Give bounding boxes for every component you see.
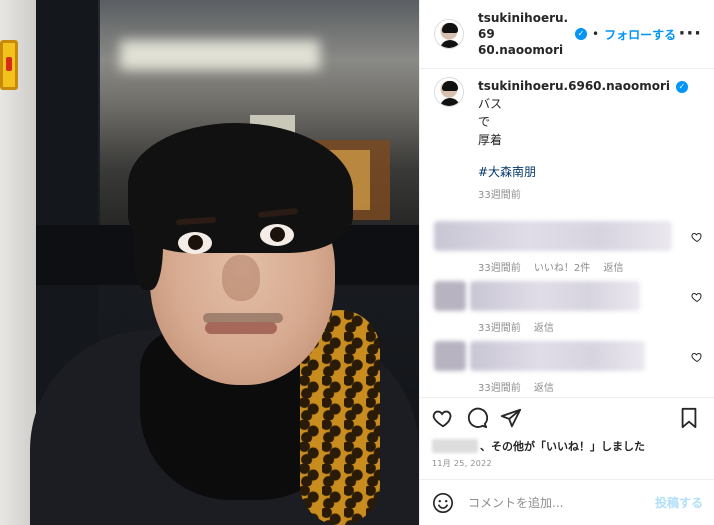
caption-body: tsukinihoeru.6960.naoomori ✓ バス で 厚着 #大森… (478, 77, 701, 205)
mouth (205, 322, 277, 334)
save-icon[interactable] (679, 407, 699, 429)
comment-item: 33週間前 返信 (420, 281, 714, 341)
post-date: 11月 25, 2022 (432, 459, 492, 468)
username-line1: tsukinihoeru.69 (478, 11, 569, 41)
verified-badge-icon: ✓ (675, 80, 688, 93)
separator-dot: • (592, 27, 600, 41)
follow-button[interactable]: フォローする (604, 26, 676, 43)
post-comment-button[interactable]: 投稿する (655, 494, 703, 511)
hashtag-link[interactable]: #大森南朋 (478, 163, 701, 181)
comment-blurred-content (470, 341, 645, 371)
comment-blurred-content (470, 281, 640, 311)
caption-timestamp: 33週間前 (478, 190, 521, 201)
verified-badge-icon: ✓ (575, 28, 587, 40)
comment-time: 33週間前 (478, 263, 521, 274)
post-photo[interactable] (0, 0, 419, 525)
comment-meta: 33週間前 いいね！2件 返信 (478, 259, 633, 274)
comment-blurred-avatar (434, 281, 466, 311)
comment-icon[interactable] (466, 407, 488, 429)
likes-text: 、その他が「いいね！」しました (480, 440, 645, 453)
add-comment-bar: 投稿する (420, 479, 714, 525)
comment-blurred-avatar (434, 341, 466, 371)
reply-button[interactable]: 返信 (603, 263, 623, 274)
comment-time: 33週間前 (478, 383, 521, 394)
comment-meta: 33週間前 返信 (478, 319, 564, 334)
street-light (120, 40, 320, 70)
post-side-panel: tsukinihoeru.69 60.naoomori ✓ • フォローする ·… (419, 0, 714, 525)
hair-side (133, 180, 163, 290)
more-icon[interactable]: ··· (678, 25, 702, 43)
share-icon[interactable] (500, 407, 522, 429)
caption-avatar[interactable] (434, 77, 464, 107)
comment-likes[interactable]: いいね！2件 (534, 263, 590, 274)
left-eye (178, 232, 212, 254)
likes-summary[interactable]: 、その他が「いいね！」しました (432, 438, 703, 454)
liker-blurred-name (432, 439, 478, 453)
nose (222, 255, 260, 301)
post-header: tsukinihoeru.69 60.naoomori ✓ • フォローする ·… (420, 0, 714, 69)
action-icons (432, 406, 703, 430)
author-avatar[interactable] (434, 19, 464, 49)
post-actions: 、その他が「いいね！」しました 11月 25, 2022 (420, 397, 714, 469)
comment-heart-icon[interactable] (691, 351, 703, 363)
caption: tsukinihoeru.6960.naoomori ✓ バス で 厚着 #大森… (420, 70, 714, 205)
caption-username[interactable]: tsukinihoeru.6960.naoomori (478, 79, 670, 93)
reply-button[interactable]: 返信 (534, 323, 554, 334)
reply-button[interactable]: 返信 (534, 383, 554, 394)
comment-time: 33週間前 (478, 323, 521, 334)
author-username[interactable]: tsukinihoeru.69 60.naoomori (478, 10, 573, 58)
comment-item: 33週間前 返信 (420, 341, 714, 395)
caption-text-line2: で (478, 115, 491, 129)
comment-heart-icon[interactable] (691, 291, 703, 303)
comments-list[interactable]: tsukinihoeru.6960.naoomori ✓ バス で 厚着 #大森… (420, 70, 714, 395)
heart-icon[interactable] (432, 407, 454, 429)
comment-input[interactable] (468, 495, 655, 510)
right-eye (260, 224, 294, 246)
caption-text-line3: 厚着 (478, 133, 503, 147)
caption-text-line1: バス (478, 97, 503, 111)
emoji-icon[interactable] (432, 492, 454, 514)
username-line2: 60.naoomori (478, 43, 564, 57)
comment-item: 33週間前 いいね！2件 返信 (420, 221, 714, 281)
comment-meta: 33週間前 返信 (478, 379, 564, 394)
comment-blurred-content (434, 221, 672, 251)
comment-heart-icon[interactable] (691, 231, 703, 243)
stop-button-graphic (0, 40, 18, 90)
